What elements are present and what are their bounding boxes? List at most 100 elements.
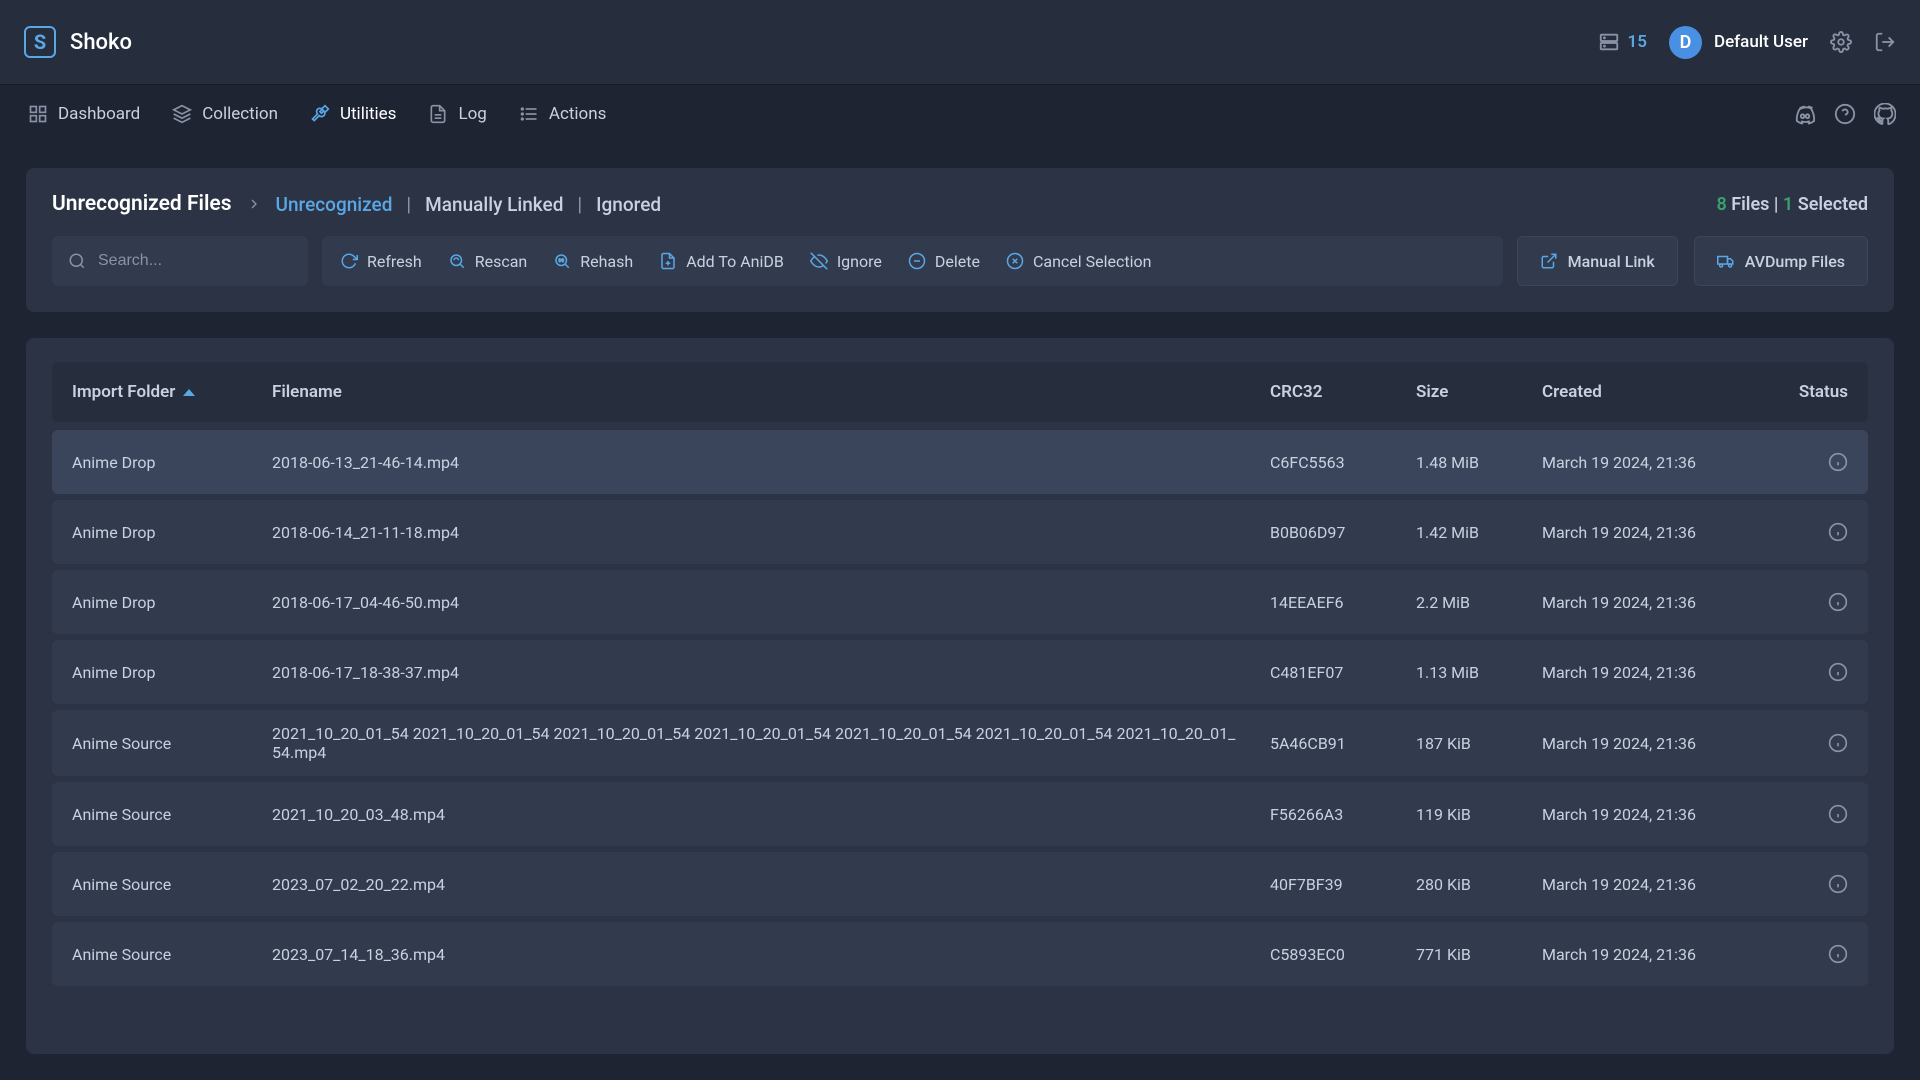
avatar: D [1669,26,1702,59]
cell-status [1782,452,1848,472]
cell-size: 1.13 MiB [1416,663,1542,682]
action-strip: Refresh Rescan Rehash Add To AniDB Ignor… [322,236,1503,286]
table-row[interactable]: Anime Drop 2018-06-14_21-11-18.mp4 B0B06… [52,500,1868,564]
info-icon[interactable] [1828,452,1848,472]
cell-crc32: B0B06D97 [1270,523,1416,542]
action-label: Cancel Selection [1033,252,1152,271]
info-icon[interactable] [1828,522,1848,542]
info-icon[interactable] [1828,592,1848,612]
table-row[interactable]: Anime Drop 2018-06-17_18-38-37.mp4 C481E… [52,640,1868,704]
nav-label: Log [458,104,486,124]
logout-icon[interactable] [1874,31,1896,53]
username-label: Default User [1714,32,1808,52]
cell-status [1782,874,1848,894]
tab-unrecognized[interactable]: Unrecognized [276,193,393,216]
cell-filename: 2023_07_14_18_36.mp4 [272,945,1270,964]
table-row[interactable]: Anime Source 2021_10_20_03_48.mp4 F56266… [52,782,1868,846]
breadcrumb-row: Unrecognized Files Unrecognized | Manual… [52,192,1868,216]
cell-created: March 19 2024, 21:36 [1542,734,1782,753]
table-row[interactable]: Anime Source 2023_07_14_18_36.mp4 C5893E… [52,922,1868,986]
info-icon[interactable] [1828,804,1848,824]
cell-crc32: 5A46CB91 [1270,734,1416,753]
nav-label: Dashboard [58,104,140,124]
table-row[interactable]: Anime Source 2023_07_02_20_22.mp4 40F7BF… [52,852,1868,916]
cell-status [1782,804,1848,824]
cell-created: March 19 2024, 21:36 [1542,523,1782,542]
th-size[interactable]: Size [1416,382,1542,402]
action-rehash[interactable]: Rehash [553,252,633,271]
cell-status [1782,733,1848,753]
cell-crc32: C481EF07 [1270,663,1416,682]
action-delete[interactable]: Delete [908,252,980,271]
action-add-anidb[interactable]: Add To AniDB [659,252,784,271]
files-label: Files [1731,194,1769,215]
nav-utilities[interactable]: Utilities [306,96,400,132]
info-icon[interactable] [1828,944,1848,964]
info-icon[interactable] [1828,733,1848,753]
nav-log[interactable]: Log [424,96,490,132]
action-rescan[interactable]: Rescan [448,252,528,271]
info-icon[interactable] [1828,662,1848,682]
layers-icon [172,104,192,124]
tab-ignored[interactable]: Ignored [596,193,661,216]
github-icon[interactable] [1874,103,1896,125]
table-row[interactable]: Anime Source 2021_10_20_01_54 2021_10_20… [52,710,1868,776]
settings-icon[interactable] [1830,31,1852,53]
cell-crc32: 40F7BF39 [1270,875,1416,894]
action-ignore[interactable]: Ignore [810,252,882,271]
nav-collection[interactable]: Collection [168,96,282,132]
eye-off-icon [810,252,828,270]
table-row[interactable]: Anime Drop 2018-06-17_04-46-50.mp4 14EEA… [52,570,1868,634]
queue-indicator[interactable]: 15 [1598,31,1647,53]
cell-folder: Anime Drop [72,593,272,612]
avdump-button[interactable]: AVDump Files [1694,236,1868,286]
info-icon[interactable] [1828,874,1848,894]
table-header-row: Import Folder Filename CRC32 Size Create… [52,362,1868,422]
external-link-icon [1540,252,1558,270]
cell-filename: 2021_10_20_03_48.mp4 [272,805,1270,824]
tab-divider: | [577,193,582,216]
table-card: Import Folder Filename CRC32 Size Create… [26,338,1894,1054]
nav-actions[interactable]: Actions [515,96,611,132]
cell-filename: 2018-06-13_21-46-14.mp4 [272,453,1270,472]
help-icon[interactable] [1834,103,1856,125]
page-title: Unrecognized Files [52,192,232,216]
truck-icon [1717,252,1735,270]
refresh-icon [340,252,358,270]
action-cancel-selection[interactable]: Cancel Selection [1006,252,1152,271]
count-info: 8 Files | 1 Selected [1716,194,1868,215]
cell-folder: Anime Source [72,875,272,894]
cell-created: March 19 2024, 21:36 [1542,875,1782,894]
server-icon [1598,31,1620,53]
cell-filename: 2018-06-17_18-38-37.mp4 [272,663,1270,682]
cell-folder: Anime Drop [72,523,272,542]
manual-link-button[interactable]: Manual Link [1517,236,1678,286]
tab-manually-linked[interactable]: Manually Linked [425,193,563,216]
tools-icon [310,104,330,124]
app-name: Shoko [70,30,132,55]
th-created[interactable]: Created [1542,382,1782,402]
user-menu[interactable]: D Default User [1669,26,1808,59]
th-import-folder[interactable]: Import Folder [72,382,272,402]
cell-size: 280 KiB [1416,875,1542,894]
main-buttons: Manual Link AVDump Files [1517,236,1868,286]
button-label: AVDump Files [1745,252,1845,271]
cell-filename: 2018-06-14_21-11-18.mp4 [272,523,1270,542]
topbar: S Shoko 15 D Default User [0,0,1920,84]
table-row[interactable]: Anime Drop 2018-06-13_21-46-14.mp4 C6FC5… [52,430,1868,494]
th-status[interactable]: Status [1782,382,1848,402]
discord-icon[interactable] [1794,103,1816,125]
nav-label: Utilities [340,104,396,124]
action-refresh[interactable]: Refresh [340,252,422,271]
th-filename[interactable]: Filename [272,382,1270,402]
navbar: Dashboard Collection Utilities Log Actio… [0,84,1920,142]
action-label: Delete [935,252,980,271]
nav-dashboard[interactable]: Dashboard [24,96,144,132]
action-label: Ignore [837,252,882,271]
search-input[interactable] [52,236,308,286]
cell-folder: Anime Drop [72,453,272,472]
cell-size: 771 KiB [1416,945,1542,964]
th-crc32[interactable]: CRC32 [1270,382,1416,402]
nav-right-icons [1794,103,1896,125]
cell-status [1782,662,1848,682]
